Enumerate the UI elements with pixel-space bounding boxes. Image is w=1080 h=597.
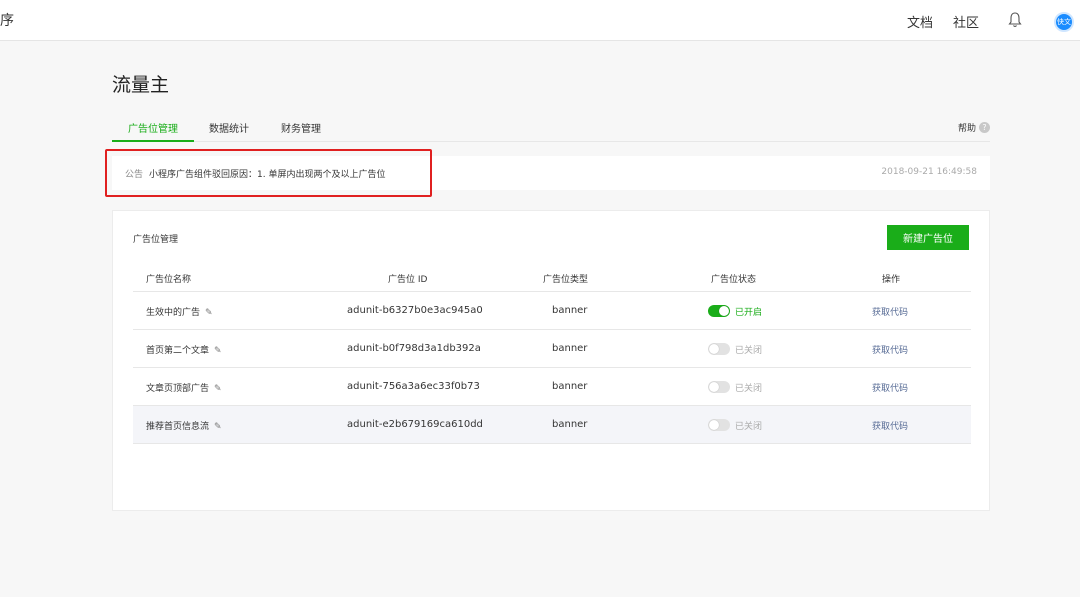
card-title: 广告位管理 bbox=[133, 235, 179, 245]
ad-unit-type: banner bbox=[552, 343, 588, 354]
new-ad-unit-button[interactable]: 新建广告位 bbox=[887, 225, 969, 250]
app-title: 序 bbox=[0, 13, 14, 29]
ad-unit-name: 推荐首页信息流 ✎ bbox=[146, 422, 222, 432]
get-code-link[interactable]: 获取代码 bbox=[872, 419, 908, 432]
table-header: 广告位名称 广告位 ID 广告位类型 广告位状态 操作 bbox=[133, 265, 971, 292]
top-bar: 序 文档 社区 快文 bbox=[0, 0, 1080, 41]
docs-link[interactable]: 文档 bbox=[907, 12, 933, 31]
edit-pencil-icon[interactable]: ✎ bbox=[214, 422, 222, 432]
highlight-annotation bbox=[105, 149, 432, 197]
status-toggle[interactable] bbox=[708, 419, 730, 431]
ad-unit-name: 首页第二个文章 ✎ bbox=[146, 346, 222, 356]
status-toggle[interactable] bbox=[708, 343, 730, 355]
column-header-action: 操作 bbox=[882, 275, 901, 285]
avatar[interactable]: 快文 bbox=[1054, 12, 1074, 32]
page-title: 流量主 bbox=[112, 74, 170, 96]
ad-unit-id: adunit-756a3a6ec33f0b73 bbox=[347, 381, 480, 392]
tab-ad-management[interactable]: 广告位管理 bbox=[128, 120, 178, 135]
tab-finance[interactable]: 财务管理 bbox=[281, 120, 321, 135]
community-link[interactable]: 社区 bbox=[953, 12, 979, 31]
tab-bar: 广告位管理 数据统计 财务管理 帮助 ? bbox=[112, 118, 990, 142]
status-toggle[interactable] bbox=[708, 381, 730, 393]
tab-statistics[interactable]: 数据统计 bbox=[209, 120, 249, 135]
table-row: 生效中的广告 ✎ adunit-b6327b0e3ac945a0 banner 已… bbox=[133, 292, 971, 330]
column-header-name: 广告位名称 bbox=[146, 275, 192, 285]
bell-icon[interactable] bbox=[1008, 12, 1022, 28]
question-icon: ? bbox=[979, 122, 990, 133]
edit-pencil-icon[interactable]: ✎ bbox=[205, 308, 213, 318]
column-header-id: 广告位 ID bbox=[388, 275, 428, 285]
status-label: 已关闭 bbox=[735, 346, 763, 356]
status-toggle[interactable] bbox=[708, 305, 730, 317]
notice-time: 2018-09-21 16:49:58 bbox=[881, 167, 977, 177]
active-tab-indicator bbox=[112, 140, 194, 142]
get-code-link[interactable]: 获取代码 bbox=[872, 381, 908, 394]
status-label: 已关闭 bbox=[735, 422, 763, 432]
get-code-link[interactable]: 获取代码 bbox=[872, 343, 908, 356]
table-row: 文章页顶部广告 ✎ adunit-756a3a6ec33f0b73 banner … bbox=[133, 368, 971, 406]
ad-management-card: 广告位管理 新建广告位 广告位名称 广告位 ID 广告位类型 广告位状态 操作 … bbox=[112, 210, 990, 511]
column-header-type: 广告位类型 bbox=[543, 275, 589, 285]
table-row: 首页第二个文章 ✎ adunit-b0f798d3a1db392a banner … bbox=[133, 330, 971, 368]
ad-unit-type: banner bbox=[552, 381, 588, 392]
ad-unit-type: banner bbox=[552, 419, 588, 430]
status-label: 已开启 bbox=[735, 308, 763, 318]
status-label: 已关闭 bbox=[735, 384, 763, 394]
edit-pencil-icon[interactable]: ✎ bbox=[214, 384, 222, 394]
ad-unit-id: adunit-b0f798d3a1db392a bbox=[347, 343, 481, 354]
help-label: 帮助 bbox=[957, 124, 976, 134]
get-code-link[interactable]: 获取代码 bbox=[872, 305, 908, 318]
ad-unit-name: 生效中的广告 ✎ bbox=[146, 308, 213, 318]
edit-pencil-icon[interactable]: ✎ bbox=[214, 346, 222, 356]
table-row: 推荐首页信息流 ✎ adunit-e2b679169ca610dd banner … bbox=[133, 406, 971, 444]
ad-unit-name: 文章页顶部广告 ✎ bbox=[146, 384, 222, 394]
ad-unit-table: 广告位名称 广告位 ID 广告位类型 广告位状态 操作 生效中的广告 ✎ adun… bbox=[133, 265, 971, 444]
column-header-status: 广告位状态 bbox=[711, 275, 757, 285]
ad-unit-id: adunit-e2b679169ca610dd bbox=[347, 419, 483, 430]
ad-unit-type: banner bbox=[552, 305, 588, 316]
help-link[interactable]: 帮助 ? bbox=[958, 121, 990, 134]
ad-unit-id: adunit-b6327b0e3ac945a0 bbox=[347, 305, 483, 316]
